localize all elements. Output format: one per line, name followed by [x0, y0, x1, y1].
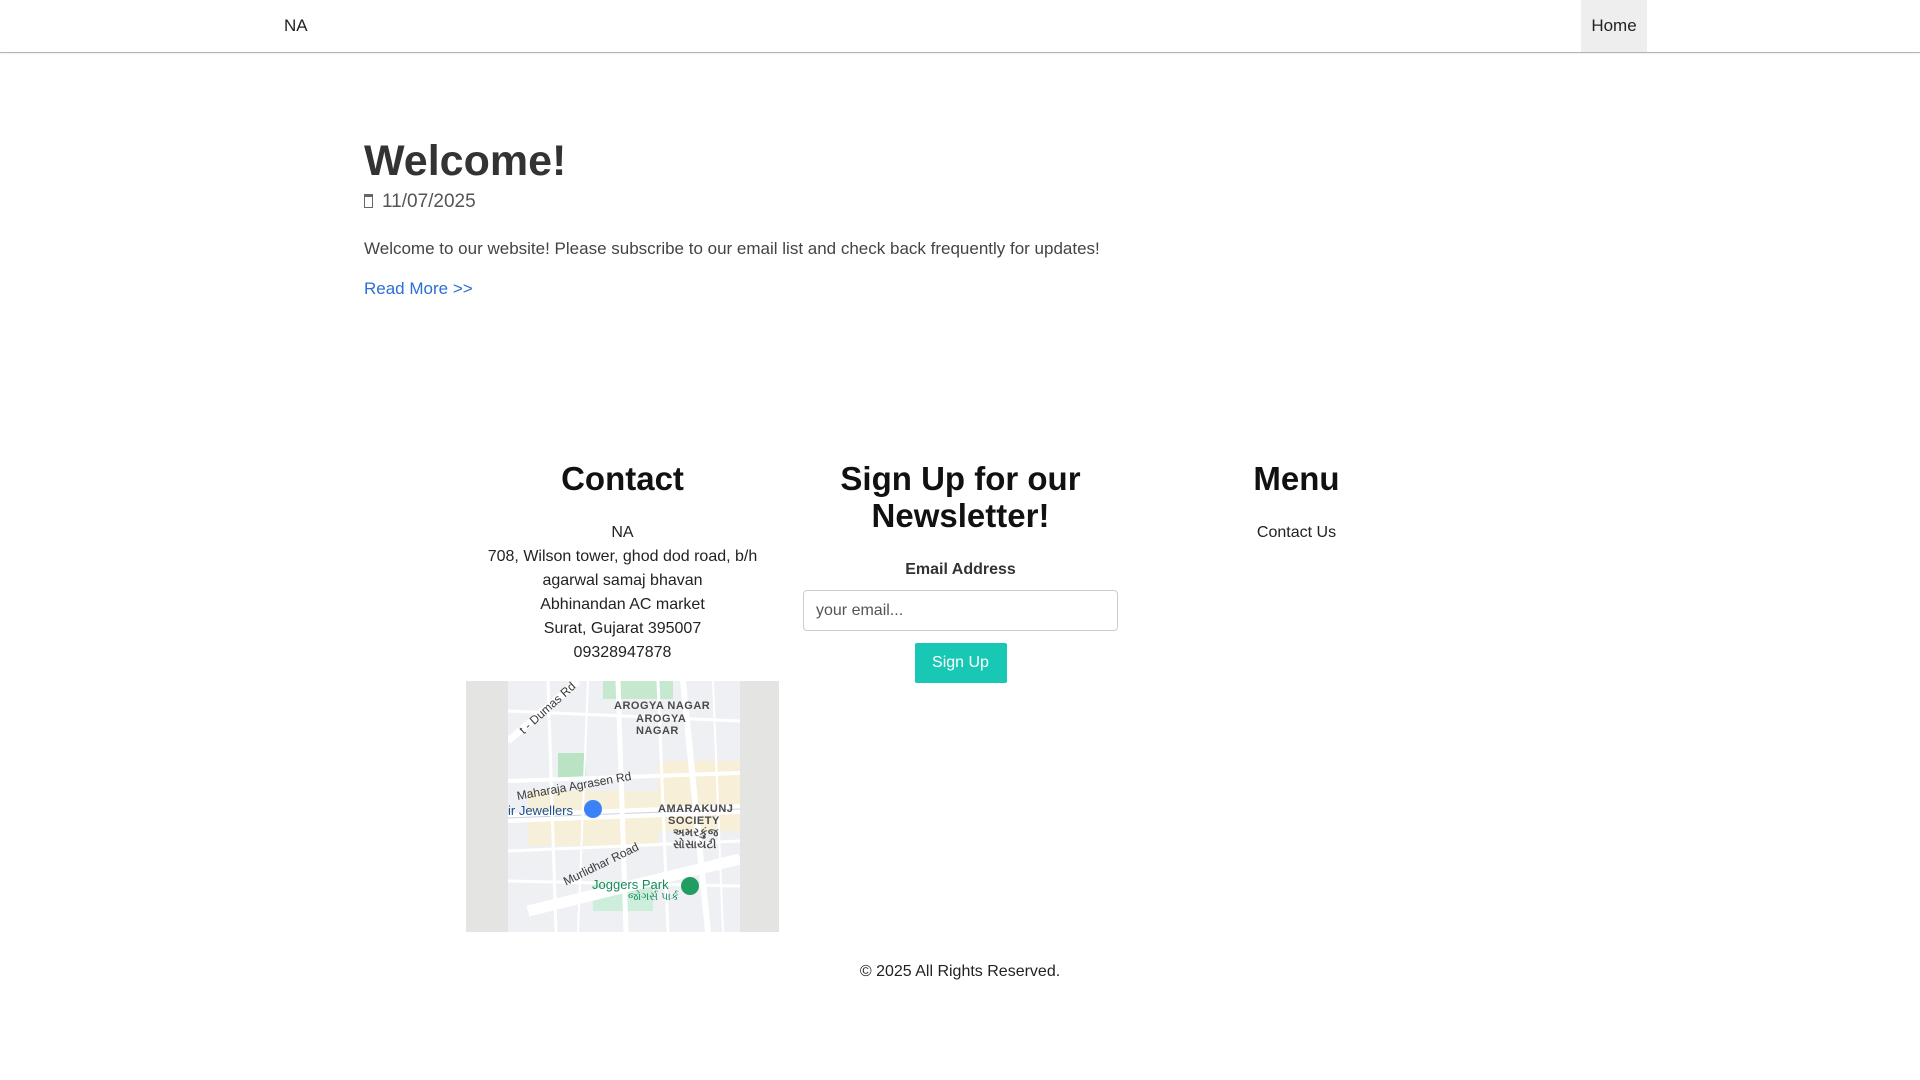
contact-section: Contact NA 708, Wilson tower, ghod dod r…	[466, 460, 779, 932]
contact-city-line: Surat, Gujarat 395007	[543, 620, 702, 637]
map-park-label: જોગર્સ પાર્ક	[628, 891, 679, 903]
sign-up-button[interactable]: Sign Up	[914, 643, 1007, 683]
newsletter-section: Sign Up for our Newsletter! Email Addres…	[803, 460, 1118, 683]
read-more-link[interactable]: Read More >>	[364, 277, 473, 301]
contact-phone: 09328947878	[573, 644, 672, 661]
calendar-icon	[364, 194, 373, 208]
post-date: 11/07/2025	[382, 191, 476, 212]
post-date-row: 11/07/2025	[364, 190, 1564, 214]
map-area-label: AMARAKUNJ	[658, 803, 734, 815]
location-map[interactable]: t - Dumas Rd AROGYA NAGAR AROGYA NAGAR M…	[466, 681, 779, 932]
map-area-label: SOCIETY	[668, 815, 720, 827]
contact-address-line: agarwal samaj bhavan	[542, 572, 703, 589]
map-tiles[interactable]: t - Dumas Rd AROGYA NAGAR AROGYA NAGAR M…	[508, 681, 740, 932]
email-label: Email Address	[905, 561, 1016, 578]
map-area-label: NAGAR	[636, 725, 679, 737]
post-body: Welcome to our website! Please subscribe…	[364, 239, 1100, 258]
map-poi-label: ir Jewellers	[508, 803, 574, 818]
nav-home-link[interactable]: Home	[1581, 0, 1647, 52]
map-park-label: Joggers Park	[592, 877, 669, 892]
top-navbar: NA Home	[0, 0, 1920, 53]
map-area-label: AROGYA NAGAR	[614, 700, 711, 712]
contact-address-line: 708, Wilson tower, ghod dod road, b/h	[487, 548, 758, 565]
menu-title: Menu	[1253, 460, 1340, 497]
brand-link[interactable]: NA	[284, 0, 308, 52]
contact-title: Contact	[561, 460, 684, 497]
menu-section: Menu Contact Us	[1140, 460, 1453, 545]
email-input[interactable]	[803, 590, 1118, 631]
post-title: Welcome!	[364, 137, 567, 185]
copyright-text: © 2025 All Rights Reserved.	[859, 963, 1061, 980]
map-area-label: સોસાયટી	[673, 839, 717, 851]
map-area-label: AROGYA	[636, 713, 687, 725]
contact-name: NA	[611, 524, 634, 541]
contact-address-line: Abhinandan AC market	[540, 596, 705, 613]
welcome-post: Welcome! 11/07/2025 Welcome to our websi…	[364, 132, 1564, 301]
menu-item-contact-us[interactable]: Contact Us	[1257, 521, 1336, 545]
contact-address: NA 708, Wilson tower, ghod dod road, b/h…	[466, 521, 779, 665]
newsletter-title: Sign Up for our Newsletter!	[840, 460, 1081, 534]
